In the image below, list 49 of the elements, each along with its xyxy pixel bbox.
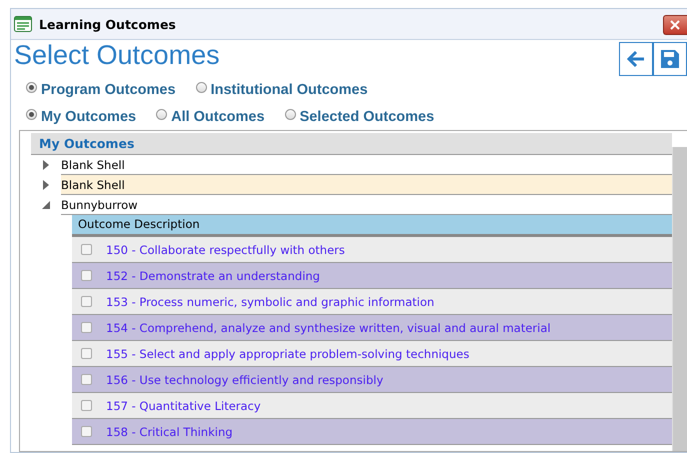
radio-option[interactable]: Program Outcomes [26,82,176,98]
radio-circle[interactable] [156,108,168,120]
radio-option[interactable]: Selected Outcomes [284,108,434,124]
checkbox[interactable] [81,400,92,411]
checkbox[interactable] [81,348,92,359]
radio-option[interactable]: Institutional Outcomes [196,82,368,98]
checkbox[interactable] [81,322,92,333]
close-icon [670,20,680,30]
close-button[interactable] [663,15,687,35]
expand-icon[interactable] [43,160,49,170]
expand-icon[interactable] [43,180,49,190]
outcome-text: 150 - Collaborate respectfully with others [106,242,345,256]
table-row[interactable]: 150 - Collaborate respectfully with others [72,237,672,263]
outcome-text: 152 - Demonstrate an understanding [106,268,320,282]
save-button[interactable] [653,42,687,76]
radio-circle[interactable] [284,108,296,120]
back-button[interactable] [619,42,653,76]
tree-item[interactable]: Blank Shell [61,175,672,195]
table-row[interactable]: 157 - Quantitative Literacy [72,393,672,419]
radio-circle[interactable] [26,108,37,120]
table-row[interactable]: 156 - Use technology efficiently and responsibly [72,367,672,393]
outcome-text: 155 - Select and apply appropriate problem-solving techniques [106,346,470,360]
collapse-icon[interactable] [42,201,50,209]
back-arrow-icon [626,50,646,68]
radio-option[interactable]: All Outcomes [156,108,265,124]
tree-header: My Outcomes [31,133,672,155]
table-row[interactable]: 152 - Demonstrate an understanding [72,263,672,289]
outcome-text: 156 - Use technology efficiently and responsibly [106,372,384,386]
column-header: Outcome Description [72,215,672,237]
radio-option[interactable]: My Outcomes [26,108,136,124]
radio-circle[interactable] [196,82,207,92]
table-row[interactable]: 153 - Process numeric, symbolic and graphic information [72,289,672,315]
outcome-text: 153 - Process numeric, symbolic and graphic information [106,294,434,308]
save-icon [660,49,680,69]
spreadsheet-icon [14,16,32,32]
checkbox[interactable] [81,296,92,307]
outcome-text: 154 - Comprehend, analyze and synthesize written, visual and aural material [106,320,551,334]
window-title: Learning Outcomes [39,16,177,32]
checkbox[interactable] [81,374,92,385]
table-row[interactable]: 155 - Select and apply appropriate problem-solving techniques [72,341,672,367]
outcome-text: 158 - Critical Thinking [106,424,233,438]
table-row[interactable]: 154 - Comprehend, analyze and synthesize written, visual and aural material [72,315,672,341]
page-heading: Select Outcomes [14,40,220,70]
checkbox[interactable] [81,244,92,255]
checkbox[interactable] [81,270,92,281]
radio-circle[interactable] [26,82,37,92]
outcome-text: 157 - Quantitative Literacy [106,398,261,412]
checkbox[interactable] [81,426,92,437]
table-row[interactable]: 158 - Critical Thinking [72,419,672,445]
